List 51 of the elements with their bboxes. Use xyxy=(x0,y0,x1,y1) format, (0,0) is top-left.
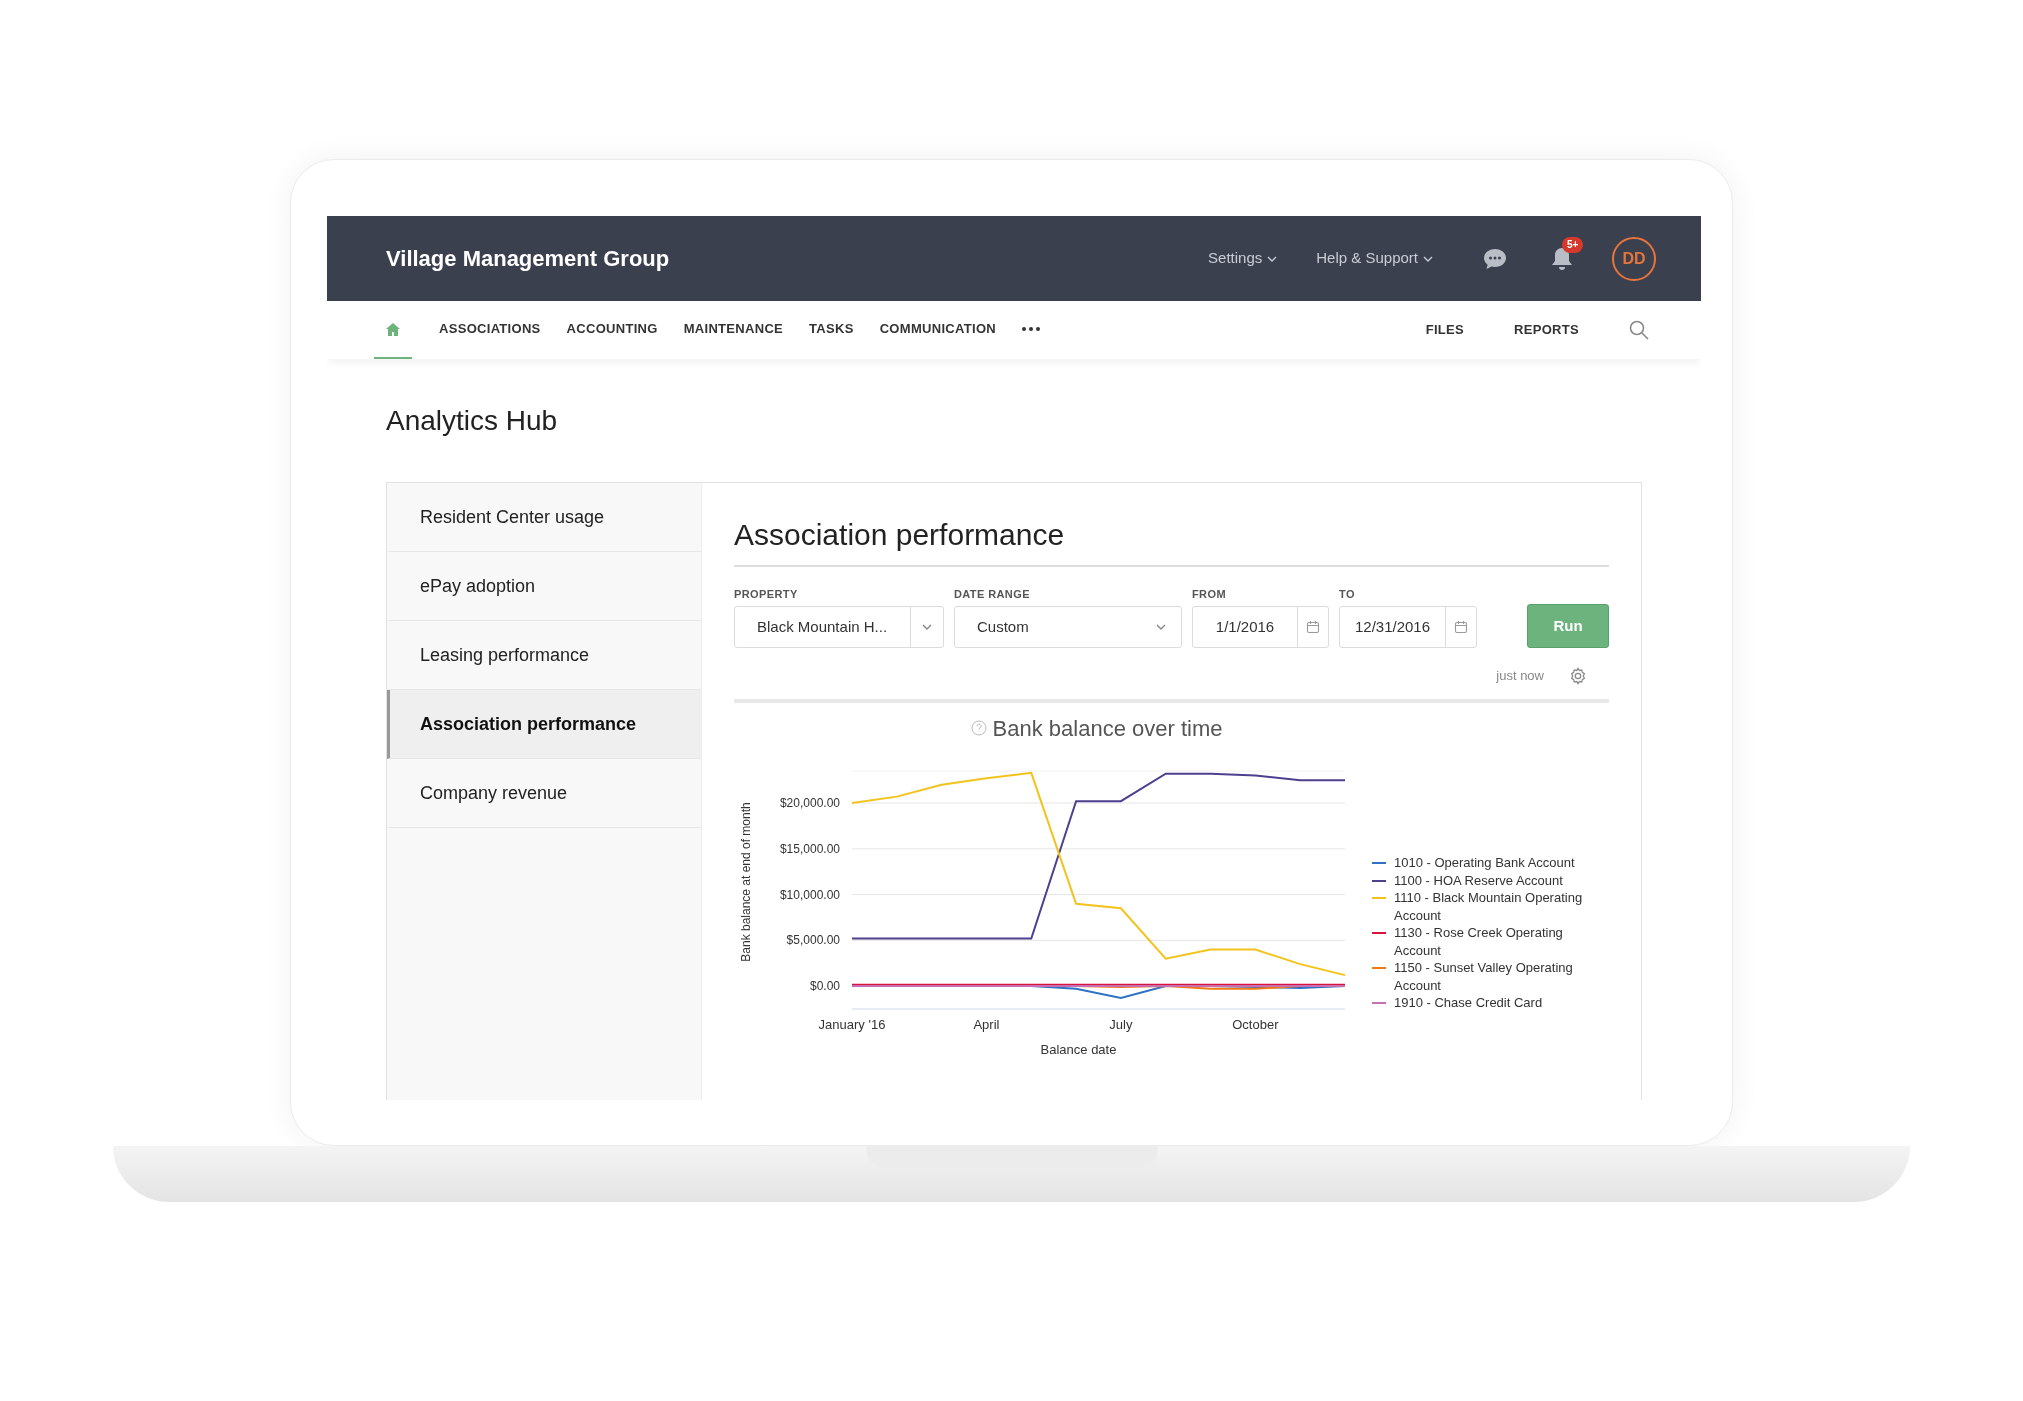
nav-tab[interactable]: MAINTENANCE xyxy=(670,301,797,359)
x-axis-title: Balance date xyxy=(1040,1042,1117,1057)
date-field[interactable]: 1/1/2016 xyxy=(1192,606,1329,648)
date-field[interactable]: 12/31/2016 xyxy=(1339,606,1477,648)
search-icon[interactable] xyxy=(1629,320,1649,340)
nav-tab[interactable]: ASSOCIATIONS xyxy=(426,301,554,359)
y-tick-label: $10,000.00 xyxy=(779,887,840,902)
report-title: Association performance xyxy=(734,515,1609,567)
sidebar-item[interactable]: Association performance xyxy=(387,690,701,759)
filter-label: TO xyxy=(1339,588,1356,601)
nav-link[interactable]: FILES xyxy=(1425,320,1465,340)
y-tick-label: $5,000.00 xyxy=(786,933,840,948)
x-tick-label: January '16 xyxy=(818,1017,886,1032)
legend-label[interactable]: 1150 - Sunset Valley Operating Account xyxy=(1394,959,1597,994)
filter-label: PROPERTY xyxy=(734,588,799,601)
filter-label: FROM xyxy=(1192,588,1227,601)
notification-badge: 5+ xyxy=(1562,236,1584,253)
home-icon xyxy=(386,322,400,336)
legend-label[interactable]: 1130 - Rose Creek Operating Account xyxy=(1394,924,1597,959)
more-icon xyxy=(1022,327,1040,331)
page-title: Analytics Hub xyxy=(386,404,559,438)
settings-icon[interactable] xyxy=(1569,667,1587,685)
calendar-icon xyxy=(1306,620,1320,634)
legend-label[interactable]: 1910 - Chase Credit Card xyxy=(1394,994,1543,1012)
legend-label[interactable]: 1100 - HOA Reserve Account xyxy=(1394,871,1563,889)
sidebar-item[interactable]: ePay adoption xyxy=(387,552,701,621)
sidebar-item[interactable]: Resident Center usage xyxy=(387,483,701,552)
last-updated-text: just now xyxy=(1496,667,1544,686)
y-tick-label: $0.00 xyxy=(809,979,840,994)
legend-label[interactable]: 1110 - Black Mountain Operating Account xyxy=(1394,889,1597,924)
legend-label[interactable]: 1010 - Operating Bank Account xyxy=(1394,854,1575,872)
chart-title: Bank balance over time xyxy=(992,714,1223,743)
calendar-icon xyxy=(1454,620,1468,634)
company-name: Village Management Group xyxy=(386,245,670,273)
y-tick-label: $15,000.00 xyxy=(779,841,840,856)
nav-tab[interactable]: ACCOUNTING xyxy=(553,301,671,359)
x-tick-label: July xyxy=(1109,1017,1133,1032)
chat-icon[interactable] xyxy=(1482,246,1508,271)
nav-link[interactable]: REPORTS xyxy=(1514,320,1579,340)
select-field[interactable]: Black Mountain H... xyxy=(734,606,944,648)
y-axis-title: Bank balance at end of month xyxy=(739,802,753,962)
x-tick-label: October xyxy=(1232,1017,1279,1032)
header-menu[interactable]: Help & Support xyxy=(1316,247,1434,270)
filter-label: DATE RANGE xyxy=(954,588,1031,601)
nav-tab[interactable]: TASKS xyxy=(796,301,867,359)
nav-tab[interactable]: COMMUNICATION xyxy=(866,301,1009,359)
sidebar-item[interactable]: Company revenue xyxy=(387,759,701,828)
select-field[interactable]: Custom xyxy=(954,606,1182,648)
header-menu[interactable]: Settings xyxy=(1208,247,1279,270)
y-tick-label: $20,000.00 xyxy=(779,796,840,811)
x-tick-label: April xyxy=(973,1017,1000,1032)
